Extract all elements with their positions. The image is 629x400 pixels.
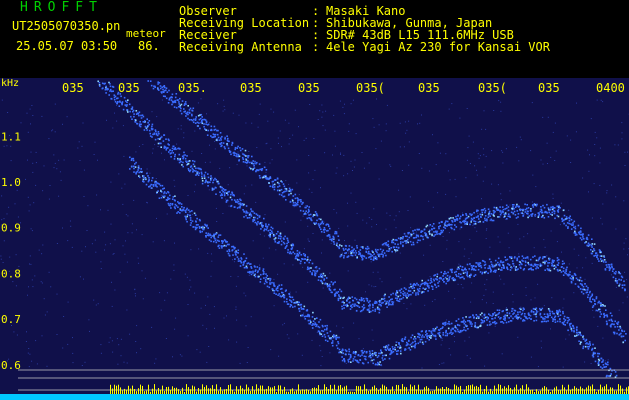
counter-value: 86. xyxy=(138,39,160,53)
time-tick-label: 035 xyxy=(62,81,84,95)
date-time: 25.05.07 03:50 xyxy=(16,39,118,53)
app-title: HROFFT xyxy=(20,0,103,15)
time-tick-label: 035. xyxy=(178,81,207,95)
time-tick-label: 035 xyxy=(240,81,262,95)
time-tick-label: 035 xyxy=(118,81,140,95)
time-tick-label: 035 xyxy=(298,81,320,95)
spectrogram-plot: kHz 1.1 1.0 0.9 0.8 0.7 0.6 035 035 035. 035 035 0… xyxy=(0,78,629,400)
y-tick-label: 1.0 xyxy=(1,176,21,189)
time-tick-label: 035 xyxy=(538,81,560,95)
antenna-colon: : xyxy=(312,40,320,54)
time-tick-label: 035( xyxy=(478,81,507,95)
antenna-key: Receiving Antenna xyxy=(179,40,302,54)
unit-label: kHz xyxy=(1,78,19,89)
y-tick-label: 0.9 xyxy=(1,222,21,235)
time-tick-label: 035 xyxy=(418,81,440,95)
y-tick-label: 0.7 xyxy=(1,313,21,326)
time-tick-label: 0400 xyxy=(596,81,625,95)
time-tick-label: 035( xyxy=(356,81,385,95)
y-tick-label: 1.1 xyxy=(1,130,21,143)
header-panel: HROFFT UT2505070350.pn meteor 25.05.07 0… xyxy=(0,0,629,78)
y-tick-label: 0.6 xyxy=(1,359,21,372)
file-name: UT2505070350.pn xyxy=(12,19,121,33)
spectrogram-background xyxy=(0,78,629,400)
y-tick-label: 0.8 xyxy=(1,267,21,280)
antenna-value: 4ele Yagi Az 230 for Kansai VOR xyxy=(326,40,550,54)
